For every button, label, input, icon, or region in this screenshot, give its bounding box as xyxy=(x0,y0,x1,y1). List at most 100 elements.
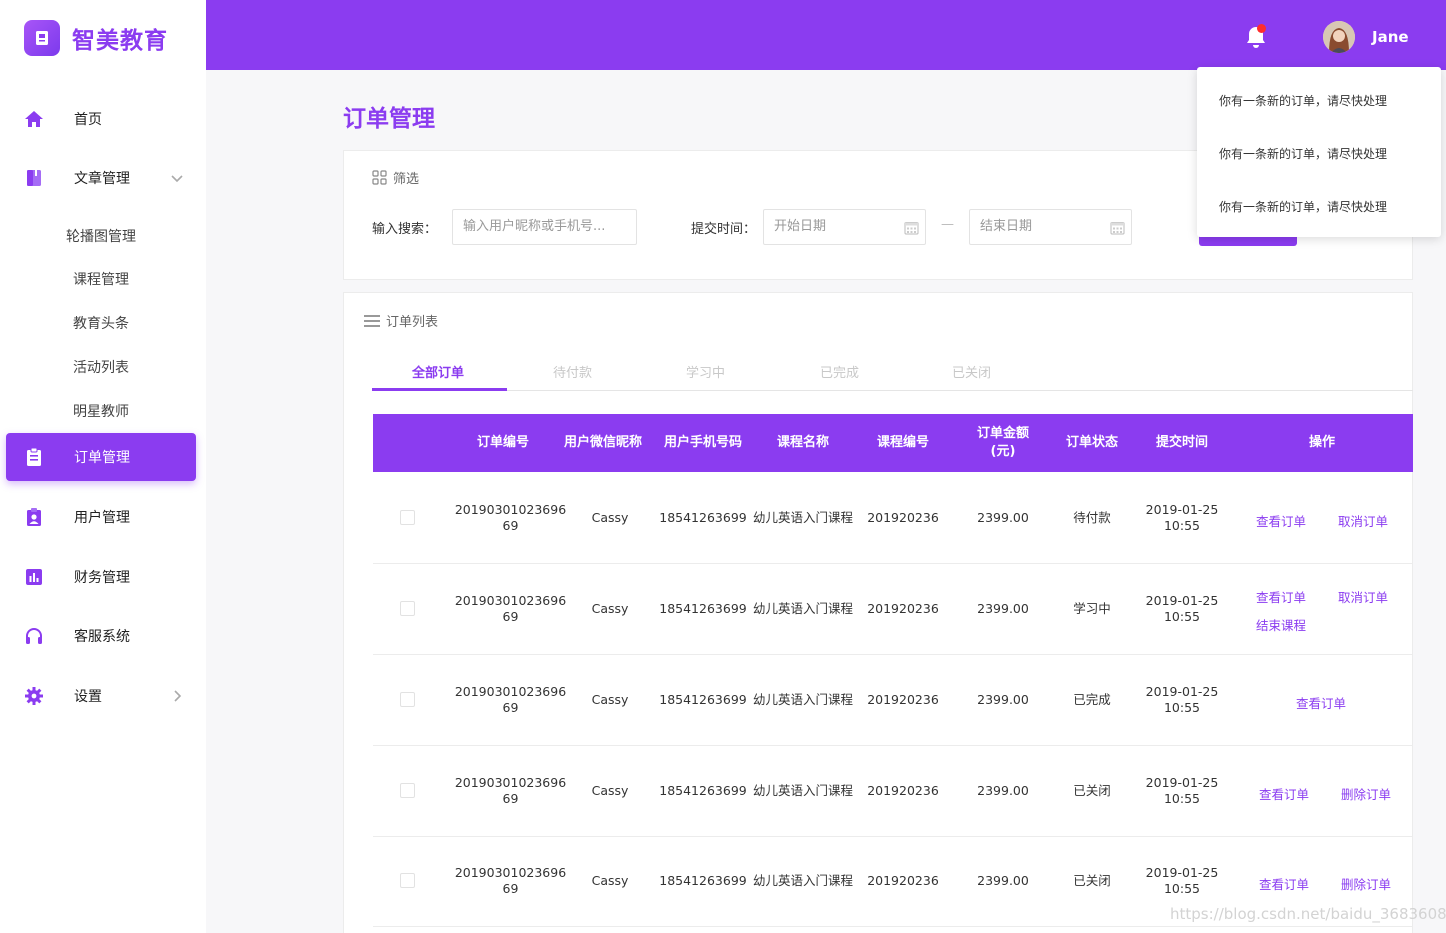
row-checkbox[interactable] xyxy=(400,783,415,798)
view-order-link[interactable]: 查看订单 xyxy=(1256,587,1306,606)
order-number-cell: 2019030102369669 xyxy=(454,593,567,624)
sidebar-item-support[interactable]: 客服系统 xyxy=(6,612,196,660)
view-order-link[interactable]: 查看订单 xyxy=(1259,784,1309,803)
sidebar-subitem-course[interactable]: 课程管理 xyxy=(73,269,129,289)
column-header: 用户手机号码 xyxy=(663,435,742,450)
amount-cell: 2399.00 xyxy=(977,692,1029,707)
status-cell: 学习中 xyxy=(1073,601,1111,616)
column-header: 订单状态 xyxy=(1065,435,1118,450)
end-date-input[interactable]: 结束日期 xyxy=(969,209,1132,245)
notification-item[interactable]: 你有一条新的订单，请尽快处理 xyxy=(1219,92,1387,109)
tabs-divider xyxy=(372,390,1413,391)
sidebar-item-label: 财务管理 xyxy=(74,570,130,586)
sidebar-item-users[interactable]: 用户管理 xyxy=(6,493,196,541)
submit-date: 2019-01-25 xyxy=(1145,502,1219,517)
sidebar-item-articles[interactable]: 文章管理 xyxy=(6,154,196,202)
view-order-link[interactable]: 查看订单 xyxy=(1296,693,1346,712)
submit-time-cell: 2019-01-25 10:55 xyxy=(1137,473,1227,563)
table-header: 订单编号 用户微信昵称 用户手机号码 课程名称 课程编号 订单金额(元) 订单状… xyxy=(373,414,1413,472)
course-name-cell: 幼儿英语入门课程 xyxy=(753,510,854,525)
row-checkbox[interactable] xyxy=(400,510,415,525)
amount-cell: 2399.00 xyxy=(977,783,1029,798)
home-icon xyxy=(24,109,44,129)
tab-learning[interactable]: 学习中 xyxy=(686,362,725,381)
column-header: 课程名称 xyxy=(776,435,829,450)
order-number-cell: 2019030102369669 xyxy=(454,865,567,896)
sidebar-item-label: 客服系统 xyxy=(74,629,130,645)
submit-date: 2019-01-25 xyxy=(1145,865,1219,880)
view-order-link[interactable]: 查看订单 xyxy=(1256,511,1306,530)
list-heading-label: 订单列表 xyxy=(386,315,439,330)
date-range-dash: — xyxy=(941,217,954,232)
chevron-right-icon xyxy=(174,690,182,702)
phone-cell: 18541263699 xyxy=(659,601,747,616)
sidebar-item-label: 订单管理 xyxy=(74,450,130,466)
notification-dot xyxy=(1257,24,1266,33)
start-date-input[interactable]: 开始日期 xyxy=(763,209,926,245)
search-input[interactable]: 输入用户昵称或手机号... xyxy=(452,209,637,245)
course-number-cell: 201920236 xyxy=(867,510,939,525)
brand[interactable]: 智美教育 xyxy=(24,19,168,57)
delete-order-link[interactable]: 删除订单 xyxy=(1341,874,1391,893)
sidebar-item-orders[interactable]: 订单管理 xyxy=(6,433,196,481)
phone-cell: 18541263699 xyxy=(659,692,747,707)
row-checkbox[interactable] xyxy=(400,692,415,707)
sidebar-subitem-activities[interactable]: 活动列表 xyxy=(73,357,129,377)
row-checkbox[interactable] xyxy=(400,873,415,888)
phone-cell: 18541263699 xyxy=(659,873,747,888)
active-tab-indicator xyxy=(372,388,507,391)
notification-item[interactable]: 你有一条新的订单，请尽快处理 xyxy=(1219,198,1387,215)
end-course-link[interactable]: 结束课程 xyxy=(1256,615,1306,634)
menu-lines-icon xyxy=(364,314,380,327)
notification-dropdown: 你有一条新的订单，请尽快处理 你有一条新的订单，请尽快处理 你有一条新的订单，请… xyxy=(1197,67,1441,237)
submit-time: 10:55 xyxy=(1163,609,1201,624)
submit-date: 2019-01-25 xyxy=(1145,684,1219,699)
nickname-cell: Cassy xyxy=(591,873,629,888)
row-checkbox[interactable] xyxy=(400,601,415,616)
sidebar-subitem-news[interactable]: 教育头条 xyxy=(73,313,129,333)
time-label: 提交时间： xyxy=(691,222,757,237)
brand-name: 智美教育 xyxy=(72,28,168,54)
sidebar-item-finance[interactable]: 财务管理 xyxy=(6,553,196,601)
sidebar-item-home[interactable]: 首页 xyxy=(6,95,196,143)
book-icon xyxy=(24,168,44,188)
page-title: 订单管理 xyxy=(343,106,435,132)
amount-cell: 2399.00 xyxy=(977,510,1029,525)
course-number-cell: 201920236 xyxy=(867,783,939,798)
sidebar-subitem-banner[interactable]: 轮播图管理 xyxy=(66,226,136,246)
column-header: 订单编号 xyxy=(476,435,529,450)
tab-pending-payment[interactable]: 待付款 xyxy=(553,362,592,381)
tab-all[interactable]: 全部订单 xyxy=(412,362,464,381)
table-row: 2019030102369669 Cassy 18541263699 幼儿英语入门课程… xyxy=(373,564,1413,655)
sidebar-subitem-teachers[interactable]: 明星教师 xyxy=(73,401,129,421)
amount-cell: 2399.00 xyxy=(977,601,1029,616)
course-number-cell: 201920236 xyxy=(867,692,939,707)
username[interactable]: Jane xyxy=(1372,28,1409,46)
status-cell: 已完成 xyxy=(1073,692,1111,707)
submit-time-cell: 2019-01-25 10:55 xyxy=(1137,655,1227,745)
nickname-cell: Cassy xyxy=(591,692,629,707)
notification-item[interactable]: 你有一条新的订单，请尽快处理 xyxy=(1219,145,1387,162)
table-row: 2019030102369669 Cassy 18541263699 幼儿英语入门课程… xyxy=(373,746,1413,837)
tab-completed[interactable]: 已完成 xyxy=(820,362,859,381)
view-order-link[interactable]: 查看订单 xyxy=(1259,874,1309,893)
cancel-order-link[interactable]: 取消订单 xyxy=(1338,587,1388,606)
grid-icon xyxy=(372,170,387,185)
nickname-cell: Cassy xyxy=(591,601,629,616)
sidebar-item-label: 首页 xyxy=(74,112,102,128)
avatar[interactable] xyxy=(1323,21,1355,53)
sidebar-item-settings[interactable]: 设置 xyxy=(6,672,196,720)
cancel-order-link[interactable]: 取消订单 xyxy=(1338,511,1388,530)
list-heading: 订单列表 xyxy=(364,311,438,330)
tab-closed[interactable]: 已关闭 xyxy=(952,362,991,381)
status-cell: 已关闭 xyxy=(1073,873,1111,888)
submit-time: 10:55 xyxy=(1163,518,1201,533)
filter-heading: 筛选 xyxy=(372,168,419,187)
column-header: 用户微信昵称 xyxy=(563,435,642,450)
column-header: 提交时间 xyxy=(1155,435,1208,450)
course-number-cell: 201920236 xyxy=(867,873,939,888)
amount-cell: 2399.00 xyxy=(977,873,1029,888)
delete-order-link[interactable]: 删除订单 xyxy=(1341,784,1391,803)
search-label: 输入搜索： xyxy=(372,222,438,237)
headset-icon xyxy=(24,626,44,646)
